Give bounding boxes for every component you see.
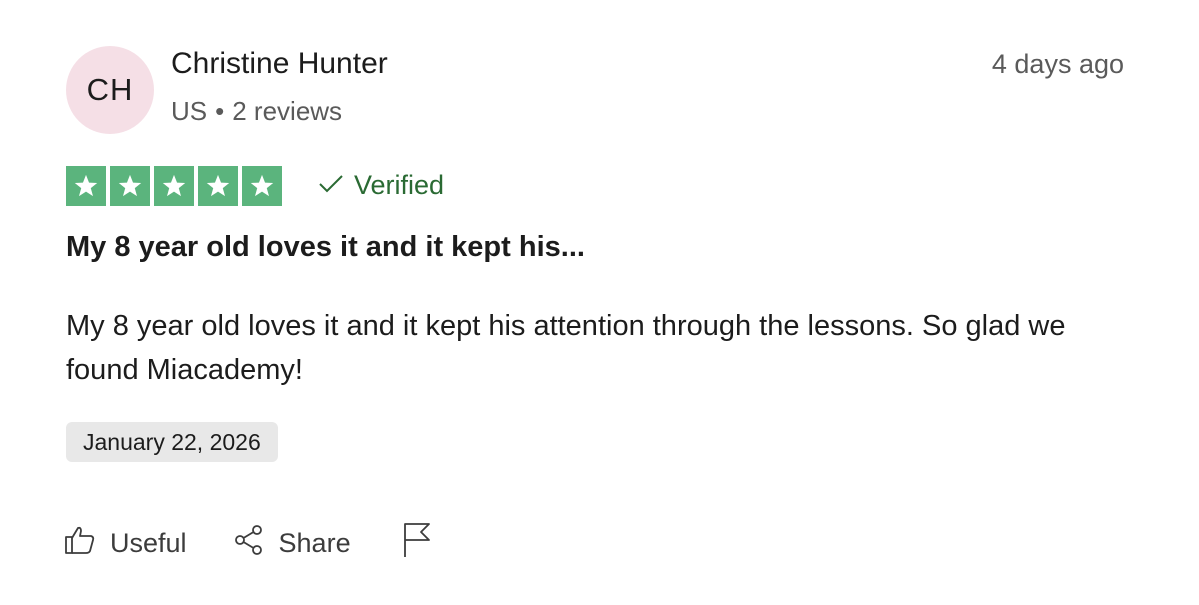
reviewer-country: US	[171, 96, 208, 126]
posted-time: 4 days ago	[991, 49, 1124, 79]
star-icon	[110, 166, 150, 206]
star-icon	[242, 166, 282, 206]
report-flag-button[interactable]	[401, 522, 433, 565]
checkmark-icon	[318, 170, 344, 201]
share-button[interactable]: Share	[233, 524, 351, 563]
star-rating	[66, 166, 282, 206]
useful-label: Useful	[110, 528, 187, 558]
review-title[interactable]: My 8 year old loves it and it kept his..…	[66, 231, 585, 264]
thumbs-up-icon	[64, 524, 96, 563]
review-actions: Useful Share	[64, 522, 433, 565]
flag-icon	[401, 522, 433, 565]
star-icon	[154, 166, 194, 206]
useful-button[interactable]: Useful	[64, 524, 187, 563]
star-icon	[66, 166, 106, 206]
experience-date-badge: January 22, 2026	[66, 422, 278, 462]
reviewer-name[interactable]: Christine Hunter	[171, 47, 388, 81]
reviewer-review-count[interactable]: 2 reviews	[232, 96, 342, 126]
star-icon	[198, 166, 238, 206]
share-icon	[233, 524, 265, 563]
review-body: My 8 year old loves it and it kept his a…	[66, 310, 1066, 386]
verified-badge[interactable]: Verified	[318, 170, 444, 201]
meta-separator: •	[215, 96, 225, 126]
avatar: CH	[66, 46, 154, 134]
reviewer-meta: US • 2 reviews	[171, 96, 342, 127]
share-label: Share	[278, 528, 351, 558]
verified-label: Verified	[354, 170, 445, 200]
